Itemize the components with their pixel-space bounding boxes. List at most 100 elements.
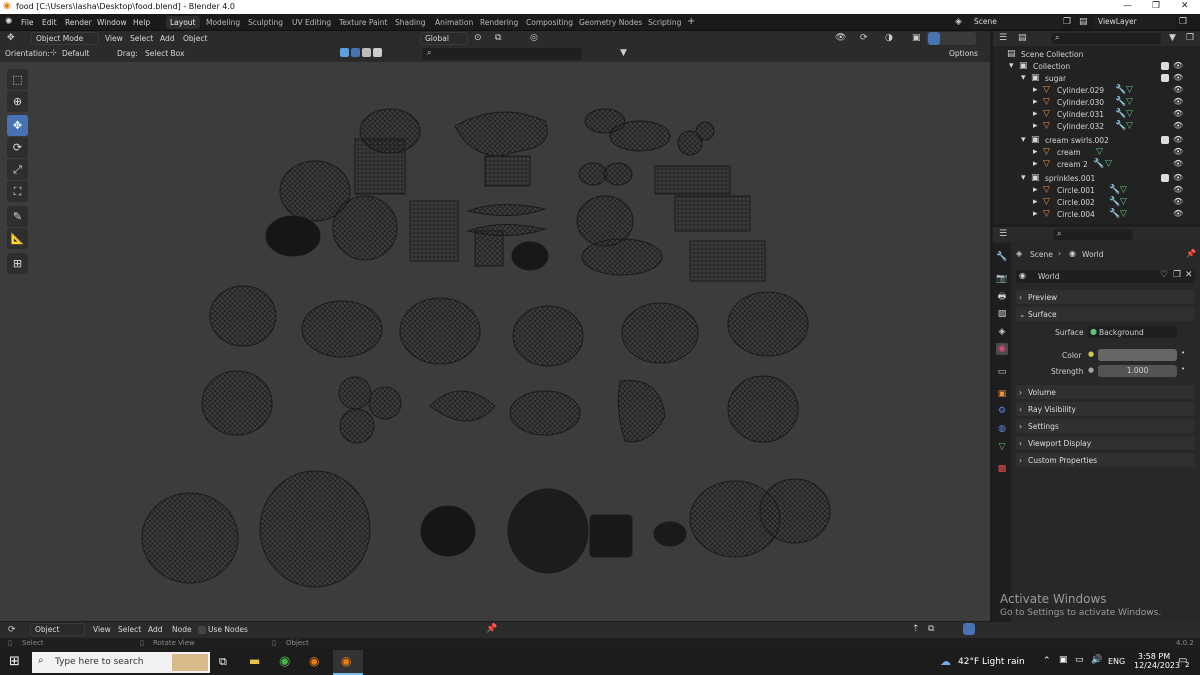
use-nodes-checkbox[interactable] bbox=[198, 626, 206, 634]
overlay-icon[interactable]: ◑ bbox=[885, 33, 893, 43]
menu-node[interactable]: Node bbox=[172, 625, 192, 634]
menu-edit[interactable]: Edit bbox=[42, 18, 57, 27]
rotate-tool-icon[interactable]: ⟳ bbox=[7, 137, 28, 158]
new-collection-icon[interactable]: ❐ bbox=[1186, 33, 1194, 43]
3d-viewport[interactable] bbox=[0, 31, 990, 621]
properties-editor-icon[interactable]: ☰ bbox=[999, 229, 1007, 239]
tab-animation[interactable]: Animation bbox=[431, 16, 477, 29]
panel-viewport-display[interactable]: › Viewport Display bbox=[1016, 436, 1195, 450]
exclude-checkbox[interactable] bbox=[1161, 174, 1169, 182]
link-socket-icon[interactable]: ● bbox=[1088, 366, 1094, 374]
options-dropdown[interactable]: Options bbox=[945, 48, 985, 61]
eye-icon[interactable]: 👁 bbox=[1173, 109, 1183, 118]
tab-scripting[interactable]: Scripting bbox=[644, 16, 685, 29]
select-mode-invert-icon[interactable] bbox=[373, 48, 382, 57]
world-color-swatch[interactable] bbox=[1098, 349, 1177, 361]
scene-icon[interactable]: ◈ bbox=[955, 17, 962, 27]
panel-ray-visibility[interactable]: › Ray Visibility bbox=[1016, 402, 1195, 416]
menu-help[interactable]: Help bbox=[133, 18, 150, 27]
outliner-row[interactable]: ▸ ▽ Cylinder.032 🔧 ▽ 👁 bbox=[993, 121, 1200, 133]
menu-object[interactable]: Object bbox=[183, 34, 207, 43]
mode-selector[interactable]: Object Mode bbox=[31, 32, 99, 45]
output-tab-icon[interactable]: 🖶 bbox=[996, 291, 1008, 303]
visibility-icon[interactable]: 👁 bbox=[835, 33, 846, 43]
eye-icon[interactable]: 👁 bbox=[1173, 185, 1183, 194]
tab-shading[interactable]: Shading bbox=[391, 16, 429, 29]
snap-icon[interactable]: ⧉ bbox=[928, 624, 934, 634]
tab-compositing[interactable]: Compositing bbox=[522, 16, 577, 29]
outliner-row[interactable]: ▾ ▣ sugar 👁 bbox=[993, 73, 1200, 85]
editor-type-icon[interactable]: ✥ bbox=[7, 33, 15, 43]
tab-layout[interactable]: Layout bbox=[166, 16, 200, 29]
eye-icon[interactable]: 👁 bbox=[1173, 73, 1183, 82]
panel-surface[interactable]: ⌄ Surface bbox=[1016, 307, 1195, 321]
outliner-scene-collection[interactable]: ▤ Scene Collection bbox=[993, 49, 1200, 61]
outliner-search-input[interactable] bbox=[1051, 33, 1161, 44]
menu-window[interactable]: Window bbox=[97, 18, 127, 27]
unlink-icon[interactable]: ✕ bbox=[1185, 270, 1193, 280]
select-mode-extend-icon[interactable] bbox=[351, 48, 360, 57]
windows-start-icon[interactable]: ⊞ bbox=[9, 654, 20, 669]
blender-active-task[interactable]: ◉ bbox=[333, 650, 363, 675]
scene-selector[interactable]: Scene bbox=[970, 16, 1062, 29]
tab-geometry-nodes[interactable]: Geometry Nodes bbox=[575, 16, 646, 29]
taskbar-search-box[interactable]: ⌕ Type here to search bbox=[32, 652, 210, 673]
exclude-checkbox[interactable] bbox=[1161, 136, 1169, 144]
display-mode-icon[interactable]: ▤ bbox=[1018, 33, 1027, 43]
parent-node-icon[interactable]: ⇡ bbox=[912, 624, 920, 634]
weather-text[interactable]: 42°F Light rain bbox=[958, 657, 1025, 667]
viewport-search-input[interactable] bbox=[422, 48, 582, 60]
cursor-tool-icon[interactable]: ⊕ bbox=[7, 91, 28, 112]
add-workspace-icon[interactable]: + bbox=[683, 14, 699, 27]
outliner-row[interactable]: ▸ ▽ Circle.004 🔧 ▽ 👁 bbox=[993, 209, 1200, 221]
texture-tab-icon[interactable]: ▩ bbox=[996, 463, 1008, 475]
minimize-icon[interactable]: — bbox=[1123, 1, 1132, 11]
panel-volume[interactable]: › Volume bbox=[1016, 385, 1195, 399]
eye-icon[interactable]: 👁 bbox=[1173, 159, 1183, 168]
eye-icon[interactable]: 👁 bbox=[1173, 209, 1183, 218]
overlay-toggle[interactable] bbox=[963, 623, 975, 635]
volume-icon[interactable]: 🔊 bbox=[1091, 655, 1102, 665]
tab-modeling[interactable]: Modeling bbox=[202, 16, 244, 29]
world-name-field[interactable]: World bbox=[1038, 272, 1060, 281]
eye-icon[interactable]: 👁 bbox=[1173, 61, 1183, 70]
fake-user-icon[interactable]: ♡ bbox=[1160, 270, 1168, 280]
file-explorer-icon[interactable]: ▬ bbox=[249, 654, 260, 668]
menu-view[interactable]: View bbox=[105, 34, 123, 43]
menu-add[interactable]: Add bbox=[148, 625, 163, 634]
view-layer-selector[interactable]: ViewLayer bbox=[1094, 16, 1176, 29]
scale-tool-icon[interactable]: ⤢ bbox=[7, 159, 28, 180]
outliner-row[interactable]: ▸ ▽ Cylinder.030 🔧 ▽ 👁 bbox=[993, 97, 1200, 109]
outliner-row[interactable]: ▾ ▣ Collection 👁 bbox=[993, 61, 1200, 73]
panel-settings[interactable]: › Settings bbox=[1016, 419, 1195, 433]
annotate-tool-icon[interactable]: ✎ bbox=[7, 206, 28, 227]
menu-select[interactable]: Select bbox=[118, 625, 141, 634]
world-tab-icon[interactable]: ◉ bbox=[996, 343, 1008, 355]
eye-icon[interactable]: 👁 bbox=[1173, 173, 1183, 182]
panel-custom-properties[interactable]: › Custom Properties bbox=[1016, 453, 1195, 467]
outliner-editor-icon[interactable]: ☰ bbox=[999, 33, 1007, 43]
transform-orientation[interactable]: Global bbox=[420, 32, 468, 45]
tab-rendering[interactable]: Rendering bbox=[476, 16, 522, 29]
tray-chevron-icon[interactable]: ⌃ bbox=[1043, 656, 1051, 666]
strength-field[interactable]: 1.000 bbox=[1098, 365, 1177, 377]
menu-render[interactable]: Render bbox=[65, 18, 92, 27]
xray-icon[interactable]: ▣ bbox=[912, 33, 921, 43]
eye-icon[interactable]: 👁 bbox=[1173, 121, 1183, 130]
menu-add[interactable]: Add bbox=[160, 34, 175, 43]
eye-icon[interactable]: 👁 bbox=[1173, 197, 1183, 206]
drag-dropdown[interactable]: Select Box bbox=[145, 49, 184, 58]
animate-property-icon[interactable]: • bbox=[1181, 349, 1185, 357]
collection-tab-icon[interactable]: ▭ bbox=[996, 366, 1008, 378]
scene-tab-icon[interactable]: ◈ bbox=[996, 326, 1008, 338]
blender-taskbar-icon[interactable]: ◉ bbox=[309, 654, 319, 668]
snap-icon[interactable]: ⧉ bbox=[495, 33, 501, 43]
data-tab-icon[interactable]: ▽ bbox=[996, 441, 1008, 453]
editor-type-icon[interactable]: ⟳ bbox=[8, 625, 16, 635]
measure-tool-icon[interactable]: 📐 bbox=[7, 228, 28, 249]
outliner-row[interactable]: ▸ ▽ Cylinder.031 🔧 ▽ 👁 bbox=[993, 109, 1200, 121]
panel-preview[interactable]: › Preview bbox=[1016, 290, 1195, 304]
outliner-row[interactable]: ▸ ▽ Circle.001 🔧 ▽ 👁 bbox=[993, 185, 1200, 197]
filter-icon[interactable]: ▼ bbox=[620, 48, 627, 58]
selection-mode-buttons[interactable] bbox=[340, 48, 420, 60]
